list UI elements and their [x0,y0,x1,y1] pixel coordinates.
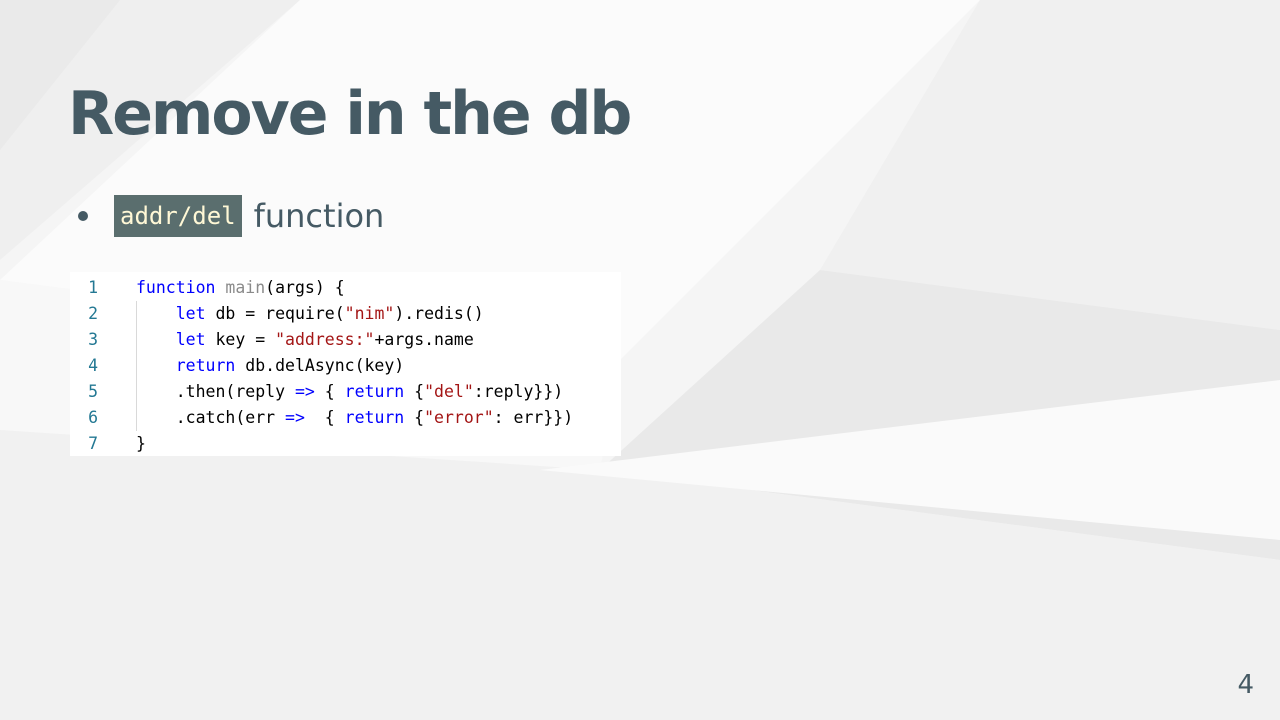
slide-title: Remove in the db [68,79,632,149]
code-line: 7} [70,430,621,456]
line-number: 7 [88,433,98,453]
code-token-kw: let [175,303,206,323]
code-token-op: => [294,381,315,401]
line-content: return db.delAsync(key) [136,355,405,375]
code-token-fn-name: main [225,277,266,297]
code-token-plain: (args) { [265,277,345,297]
line-number: 1 [88,277,98,297]
code-line: 4 return db.delAsync(key) [70,352,621,378]
code-token-plain: :reply}}) [473,381,564,401]
code-token-plain: .catch(err [136,407,286,427]
line-number: 4 [88,355,98,375]
code-token-plain: : err}}) [493,407,574,427]
code-token-str: "nim" [344,303,395,323]
code-token-kw: function [136,277,216,297]
bullet-dot-icon [78,211,88,221]
line-content: let key = "address:"+args.name [136,330,474,349]
page-number: 4 [1237,670,1254,700]
code-token-plain: { [314,381,345,401]
code-line: 1 function main(args) { [70,274,621,300]
code-token-plain: key = [205,329,276,349]
code-token-kw: return [344,407,405,427]
code-token-plain: } [136,433,146,453]
code-line: 2 let db = require("nim").redis() [70,300,621,326]
code-token-plain: db = require( [205,303,345,323]
code-token-plain: .then(reply [136,381,295,401]
bullet-item: addr/del function [78,194,384,238]
code-token-plain: +args.name [374,329,474,349]
line-content: let db = require("nim").redis() [136,304,484,323]
code-token-plain: ).redis() [394,303,484,323]
line-number: 3 [88,329,98,349]
code-block: 1 function main(args) { 2 let db = require… [70,272,621,456]
bullet-text: function [253,197,385,235]
code-token-str: "del" [424,381,474,401]
line-content: .catch(err => { return {"error": err}}) [136,408,573,427]
code-token-str: "error" [424,407,494,427]
code-token-kw: return [344,381,405,401]
code-token-kw: return [175,355,236,375]
code-token-plain: { [404,381,425,401]
line-content: } [136,434,146,453]
code-token-op: => [285,407,305,427]
line-content: function main(args) { [136,278,345,297]
code-line: 5 .then(reply => { return {"del":reply}}… [70,378,621,404]
line-number: 6 [88,407,98,427]
code-token-plain: { [404,407,425,427]
code-line: 6 .catch(err => { return {"error": err}}… [70,404,621,430]
code-token-plain: { [304,407,345,427]
line-number: 2 [88,303,98,323]
code-line: 3 let key = "address:"+args.name [70,326,621,352]
bullet-list: addr/del function [78,194,384,238]
line-content: .then(reply => { return {"del":reply}}) [136,382,563,401]
indent-guide [136,301,137,431]
code-token-str: "address:" [275,329,375,349]
code-token-plain: db.delAsync(key) [235,355,405,375]
code-token-kw: let [175,329,206,349]
inline-code: addr/del [114,195,242,237]
line-number: 5 [88,381,98,401]
